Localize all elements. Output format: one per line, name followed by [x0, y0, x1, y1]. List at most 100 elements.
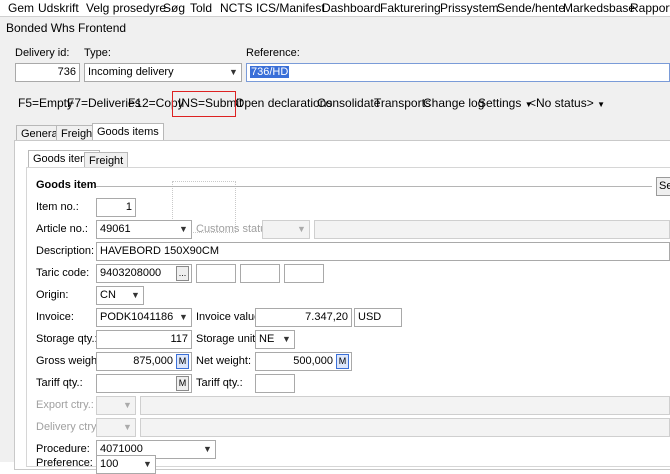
type-select[interactable]: Incoming delivery ▼: [84, 63, 242, 82]
storage-qty-field[interactable]: 117: [96, 330, 192, 349]
currency-field[interactable]: USD: [354, 308, 402, 327]
tariff-qty-field[interactable]: M: [96, 374, 192, 393]
origin-value: CN: [100, 289, 116, 301]
taric-field-2[interactable]: [196, 264, 236, 283]
invoice-value-text: PODK1041186: [100, 311, 174, 323]
origin-label: Origin:: [36, 289, 69, 301]
settings-label: Settings: [478, 96, 522, 110]
storage-unit-select[interactable]: NE ▼: [255, 330, 295, 349]
article-no-value: 49061: [100, 223, 131, 235]
item-no-label: Item no.:: [36, 201, 79, 213]
gross-weight-m-button[interactable]: M: [176, 354, 189, 369]
side-button[interactable]: Se: [656, 177, 670, 196]
change-log-button[interactable]: Change log: [423, 96, 484, 110]
customs-status-select: ▼: [262, 220, 310, 239]
export-ctry-label: Export ctry.:: [36, 399, 94, 411]
chevron-down-icon: ▼: [123, 422, 132, 432]
chevron-down-icon[interactable]: ▼: [127, 287, 143, 304]
preference-select[interactable]: 100 ▼: [96, 455, 156, 474]
article-no-select[interactable]: 49061 ▼: [96, 220, 192, 239]
reference-label: Reference:: [246, 47, 300, 59]
taric-code-label: Taric code:: [36, 267, 90, 279]
menu-item-dashboard[interactable]: Dashboard: [322, 1, 381, 15]
taric-field-4[interactable]: [284, 264, 324, 283]
menu-item-ics-manifest[interactable]: ICS/Manifest: [256, 1, 325, 15]
invoice-value-label: Invoice value:: [196, 311, 264, 323]
storage-unit-label: Storage unit:: [196, 333, 259, 345]
delivery-ctry-select: ▼: [96, 418, 136, 437]
storage-unit-value: NE: [259, 333, 275, 345]
chevron-down-icon[interactable]: ▼: [199, 441, 215, 458]
action-toolbar: F5=Empty F7=Deliveries F12=Copy INS=Subm…: [0, 95, 670, 113]
gross-weight-field[interactable]: 875,000 M: [96, 352, 192, 371]
menu-item-prissystem[interactable]: Prissystem: [440, 1, 499, 15]
delivery-id-label: Delivery id:: [15, 47, 70, 59]
chevron-down-icon[interactable]: ▼: [278, 331, 294, 348]
menu-item-ncts[interactable]: NCTS: [220, 1, 253, 15]
chevron-down-icon[interactable]: ▼: [225, 64, 241, 81]
menu-item-sende-hente[interactable]: Sende/hente: [497, 1, 565, 15]
delivery-ctry-label: Delivery ctry.:: [36, 421, 102, 433]
net-weight-label: Net weight:: [196, 355, 252, 367]
taric-code-field[interactable]: 9403208000 ...: [96, 264, 192, 283]
invoice-value-field[interactable]: 7.347,20: [255, 308, 352, 327]
taric-lookup-button[interactable]: ...: [176, 266, 189, 281]
reference-value: 736/HD: [250, 66, 290, 78]
procedure-label: Procedure:: [36, 443, 90, 455]
customs-status-text: [314, 220, 670, 239]
menu-item-sog[interactable]: Søg: [163, 1, 185, 15]
type-select-value: Incoming delivery: [88, 66, 174, 78]
menu-item-rapporter[interactable]: Rapporter: [630, 1, 670, 15]
gross-weight-value: 875,000: [133, 355, 173, 367]
tariff-qty-label: Tariff qty.:: [36, 377, 83, 389]
preference-value: 100: [100, 458, 119, 470]
chevron-down-icon: ▼: [297, 224, 306, 234]
preference-label: Preference:: [36, 457, 93, 469]
reference-field[interactable]: 736/HD: [246, 63, 670, 82]
storage-qty-label: Storage qty.:: [36, 333, 98, 345]
f5-empty-button[interactable]: F5=Empty: [18, 96, 73, 110]
description-field[interactable]: HAVEBORD 150X90CM: [96, 242, 670, 261]
section-title: Goods item: [36, 179, 97, 191]
consolidate-button[interactable]: Consolidate: [317, 96, 380, 110]
tariff-qty2-label: Tariff qty.:: [196, 377, 243, 389]
taric-code-value: 9403208000: [100, 267, 162, 279]
net-weight-value: 500,000: [293, 355, 333, 367]
chevron-down-icon: ▼: [123, 400, 132, 410]
chevron-down-icon[interactable]: ▼: [175, 221, 191, 238]
chevron-down-icon[interactable]: ▼: [139, 456, 155, 473]
net-weight-m-button[interactable]: M: [336, 354, 349, 369]
highlight-box: [172, 91, 236, 117]
section-divider: [96, 186, 652, 187]
menu-bar: Gem Udskrift Velg prosedyre Søg Told NCT…: [0, 0, 670, 16]
taric-field-3[interactable]: [240, 264, 280, 283]
window-title: Bonded Whs Frontend: [6, 21, 127, 35]
tariff-qty-m-button[interactable]: M: [176, 376, 189, 391]
export-ctry-text: [140, 396, 670, 415]
delivery-ctry-text: [140, 418, 670, 437]
origin-select[interactable]: CN ▼: [96, 286, 144, 305]
app-window: Bonded Whs Frontend Delivery id: 736 Typ…: [0, 16, 670, 474]
status-menu[interactable]: <No status> ▼: [529, 96, 605, 110]
menu-item-velg-prosedyre[interactable]: Velg prosedyre: [86, 1, 166, 15]
article-no-label: Article no.:: [36, 223, 88, 235]
export-ctry-select: ▼: [96, 396, 136, 415]
settings-menu[interactable]: Settings ▼: [478, 96, 533, 110]
gross-weight-label: Gross weight:: [36, 355, 104, 367]
menu-item-told[interactable]: Told: [190, 1, 212, 15]
invoice-select[interactable]: PODK1041186 ▼: [96, 308, 192, 327]
procedure-value: 4071000: [100, 443, 143, 455]
menu-item-gem[interactable]: Gem: [8, 1, 34, 15]
net-weight-field[interactable]: 500,000 M: [255, 352, 352, 371]
chevron-down-icon[interactable]: ▼: [175, 309, 191, 326]
menu-item-udskrift[interactable]: Udskrift: [38, 1, 79, 15]
description-label: Description:: [36, 245, 95, 257]
invoice-label: Invoice:: [36, 311, 74, 323]
delivery-id-field[interactable]: 736: [15, 63, 80, 82]
item-no-field[interactable]: 1: [96, 198, 136, 217]
tariff-qty2-field[interactable]: [255, 374, 295, 393]
menu-item-fakturering[interactable]: Fakturering: [380, 1, 441, 15]
status-label: <No status>: [529, 96, 594, 110]
menu-item-markedsbase[interactable]: Markedsbase: [563, 1, 635, 15]
type-label: Type:: [84, 47, 111, 59]
